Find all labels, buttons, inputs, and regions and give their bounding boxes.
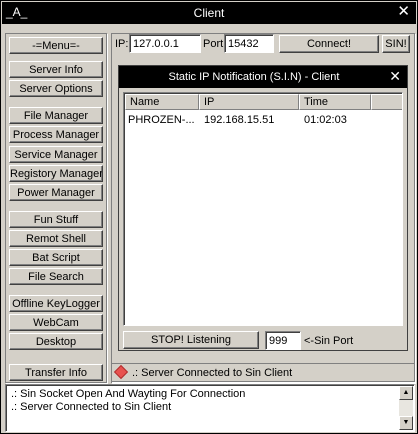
scroll-down-icon[interactable]: ▼ bbox=[399, 416, 413, 430]
transfer-info-button[interactable]: Transfer Info bbox=[9, 364, 103, 381]
bat-script-button[interactable]: Bat Script bbox=[9, 249, 103, 266]
close-icon[interactable]: ✕ bbox=[397, 3, 410, 21]
status-text: .: Server Connected to Sin Client bbox=[132, 367, 293, 379]
offline-keylogger-button[interactable]: Offline KeyLogger bbox=[9, 295, 103, 312]
server-options-button[interactable]: Server Options bbox=[9, 80, 103, 97]
remote-shell-button[interactable]: Remot Shell bbox=[9, 230, 103, 247]
file-search-button[interactable]: File Search bbox=[9, 268, 103, 285]
connect-button[interactable]: Connect! bbox=[279, 35, 379, 53]
sin-button[interactable]: SIN! bbox=[382, 35, 410, 53]
sin-window-title: Static IP Notification (S.I.N) - Client bbox=[168, 71, 340, 83]
ip-input[interactable]: 127.0.0.1 bbox=[129, 34, 201, 53]
desktop-button[interactable]: Desktop bbox=[9, 333, 103, 350]
menu-header-button[interactable]: -=Menu=- bbox=[9, 37, 103, 54]
sin-port-label: <-Sin Port bbox=[304, 335, 354, 347]
client-window: _A_ Client ✕ -=Menu=- Server Info Server… bbox=[0, 0, 418, 434]
row-time: 01:02:03 bbox=[304, 114, 347, 126]
port-input[interactable]: 15432 bbox=[224, 34, 274, 53]
server-info-button[interactable]: Server Info bbox=[9, 61, 103, 78]
window-title: Client bbox=[193, 6, 225, 20]
ip-label: IP: bbox=[115, 38, 129, 50]
process-manager-button[interactable]: Process Manager bbox=[9, 126, 103, 143]
registory-manager-button[interactable]: Registory Manager bbox=[9, 165, 103, 182]
column-header-filler bbox=[371, 94, 402, 110]
log-line: .: Server Connected to Sin Client bbox=[11, 401, 172, 413]
log-scrollbar[interactable]: ▲ ▼ bbox=[399, 386, 413, 430]
row-name: PHROZEN-... bbox=[128, 114, 195, 126]
log-line: .: Sin Socket Open And Wayting For Conne… bbox=[11, 388, 246, 400]
log-output[interactable]: .: Sin Socket Open And Wayting For Conne… bbox=[5, 384, 415, 432]
sin-window: Static IP Notification (S.I.N) - Client … bbox=[118, 65, 408, 351]
close-icon[interactable]: ✕ bbox=[389, 68, 401, 84]
scroll-up-icon[interactable]: ▲ bbox=[399, 386, 413, 400]
file-manager-button[interactable]: File Manager bbox=[9, 107, 103, 124]
row-ip: 192.168.15.51 bbox=[204, 114, 275, 126]
fun-stuff-button[interactable]: Fun Stuff bbox=[9, 211, 103, 228]
column-header-ip[interactable]: IP bbox=[199, 94, 299, 110]
webcam-button[interactable]: WebCam bbox=[9, 314, 103, 331]
service-manager-button[interactable]: Service Manager bbox=[9, 146, 103, 163]
sin-port-input[interactable]: 999 bbox=[265, 331, 301, 350]
column-header-name[interactable]: Name bbox=[125, 94, 199, 110]
power-manager-button[interactable]: Power Manager bbox=[9, 184, 103, 201]
sin-title-bar[interactable]: Static IP Notification (S.I.N) - Client … bbox=[119, 66, 407, 88]
stop-listening-button[interactable]: STOP! Listening bbox=[123, 331, 259, 349]
title-bar[interactable]: _A_ Client ✕ bbox=[2, 2, 416, 24]
port-label: Port bbox=[203, 38, 224, 50]
sin-client-list[interactable]: Name IP Time PHROZEN-... 192.168.15.51 0… bbox=[123, 92, 403, 326]
column-header-time[interactable]: Time bbox=[299, 94, 371, 110]
